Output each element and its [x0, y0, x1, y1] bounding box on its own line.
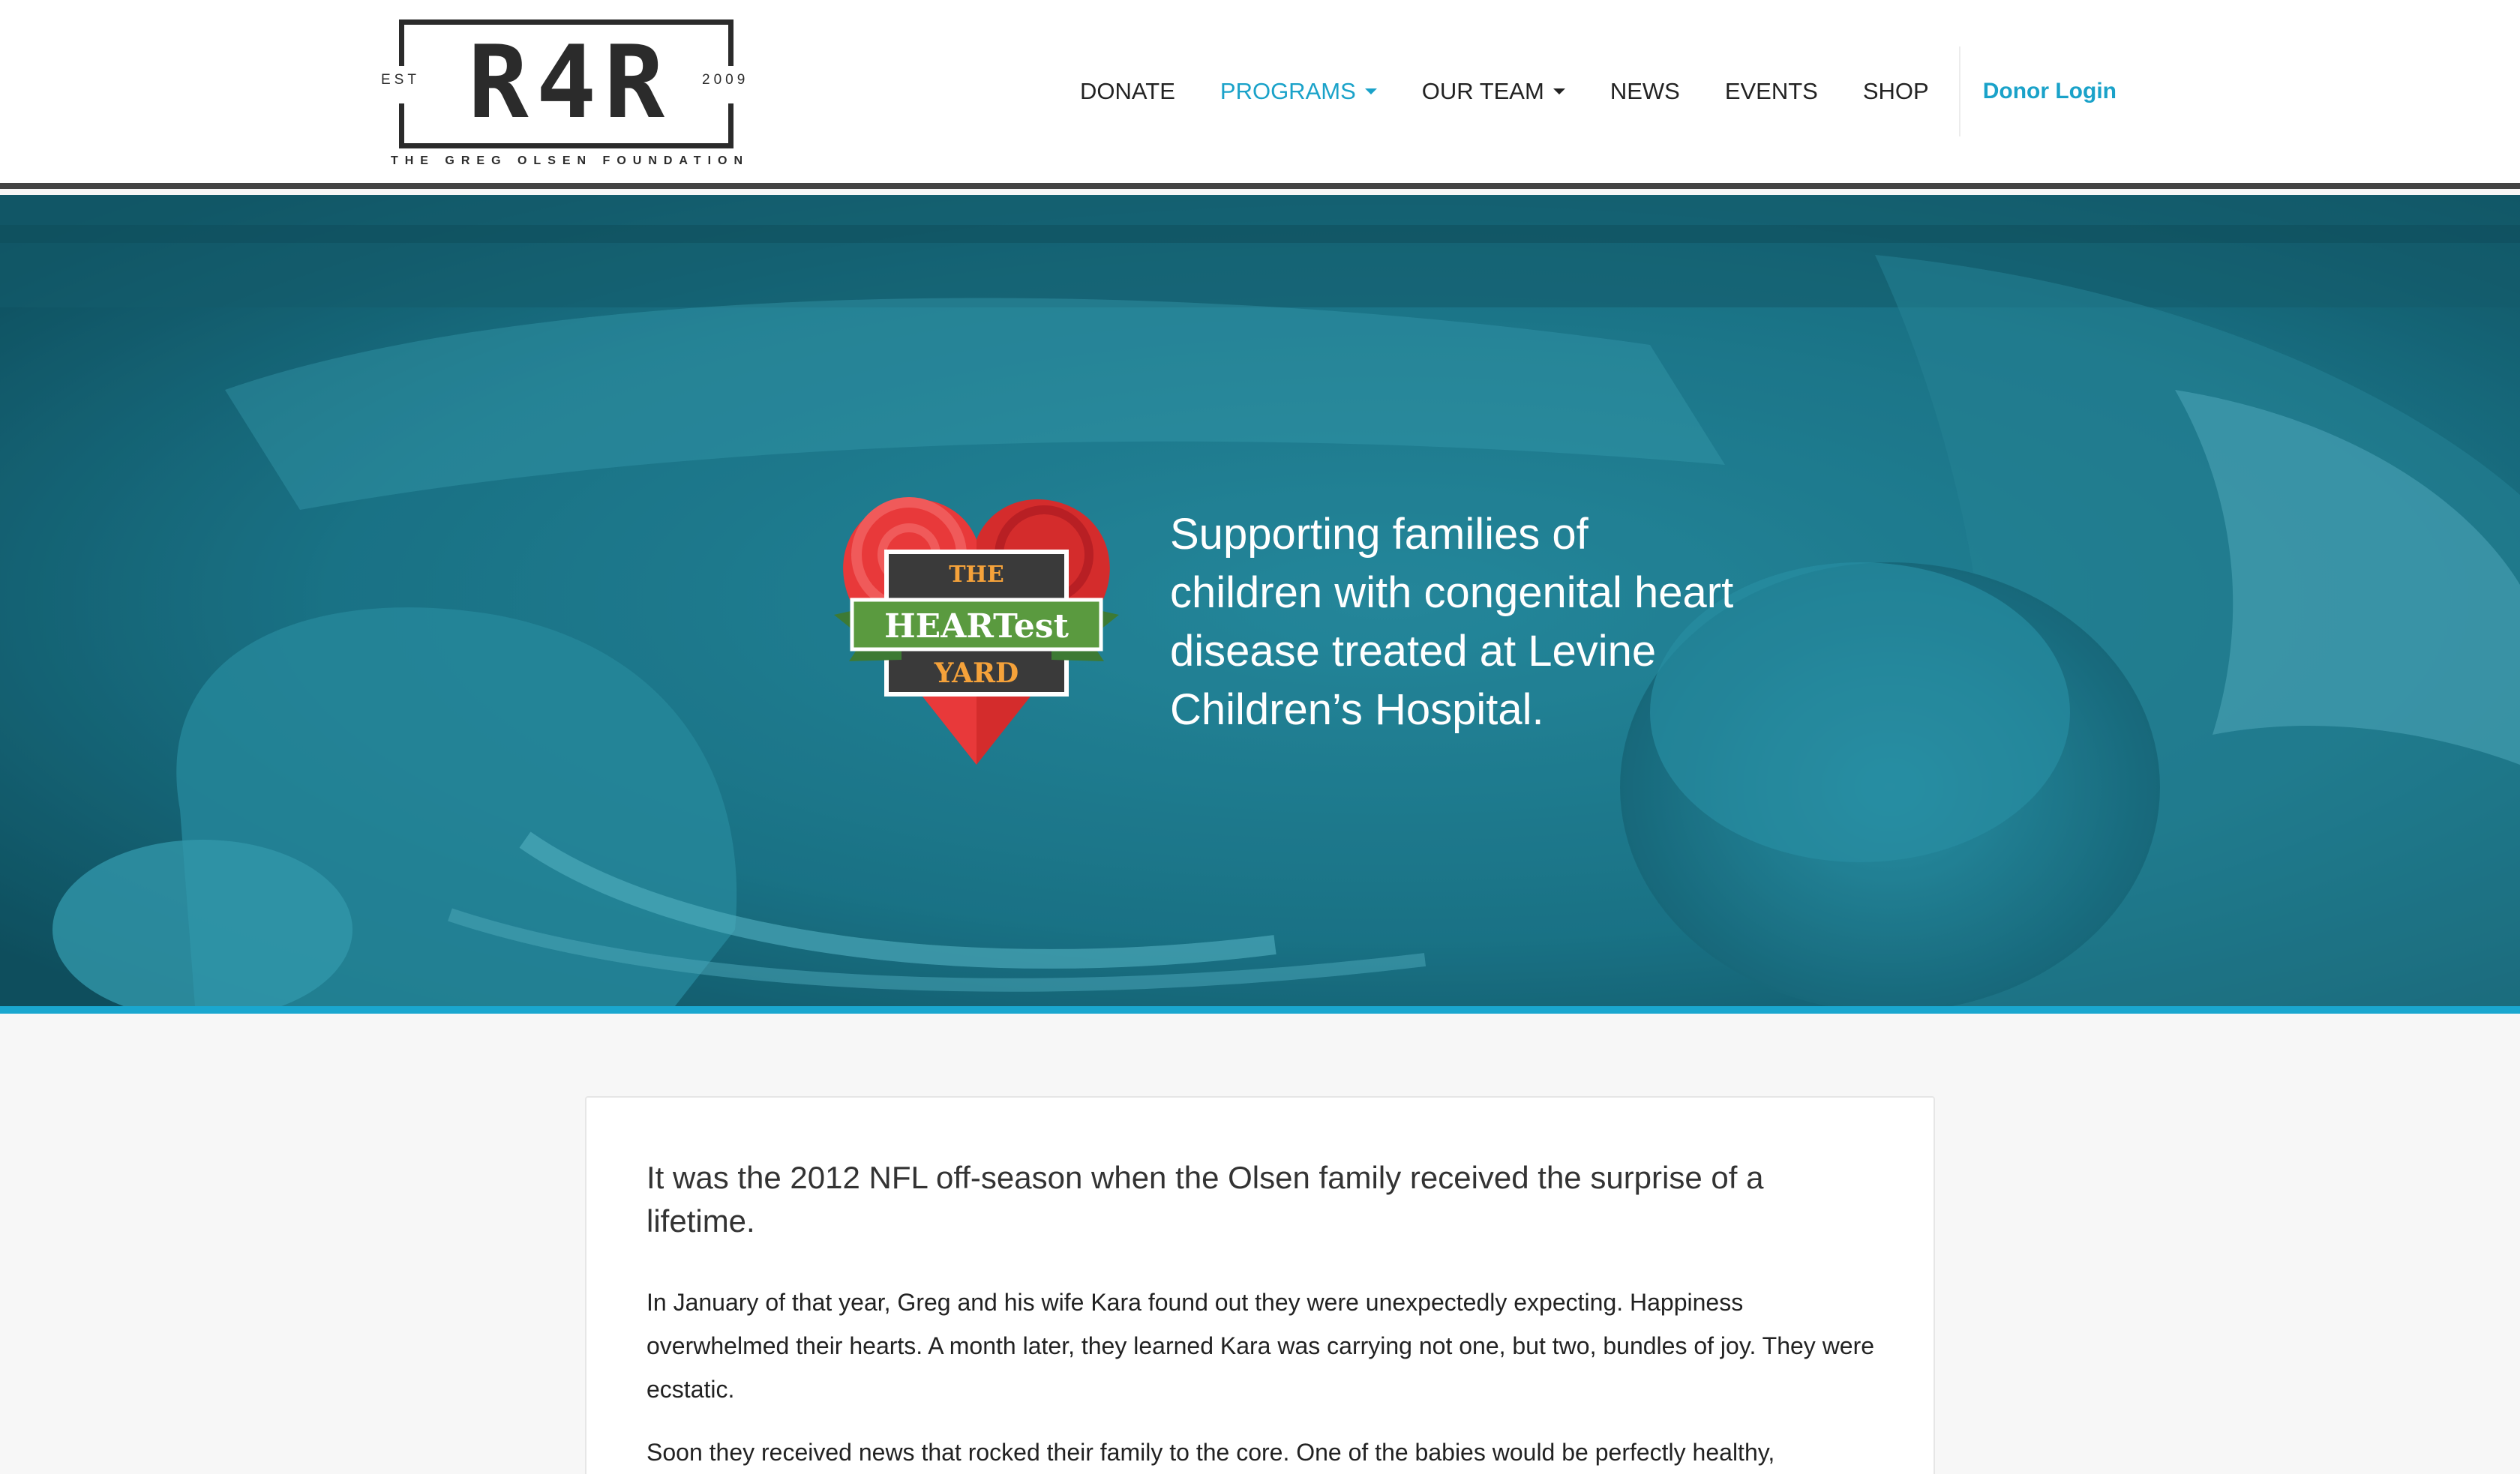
heartest-logo-line3: YARD: [934, 658, 1018, 689]
heartest-yard-logo: THE HEARTest YARD: [834, 497, 1119, 765]
site-header: EST 2009 R4R THE GREG OLSEN FOUNDATION D…: [0, 0, 2520, 189]
svg-text:HEARTest: HEARTest: [884, 607, 1070, 646]
caret-down-icon: [1552, 88, 1565, 94]
donor-login-link[interactable]: Donor Login: [1983, 79, 2116, 104]
logo-mark: R4R: [467, 24, 673, 141]
r4r-logo[interactable]: EST 2009 R4R THE GREG OLSEN FOUNDATION: [375, 13, 765, 172]
nav-our-team[interactable]: OUR TEAM: [1422, 78, 1565, 105]
nav-shop[interactable]: SHOP: [1863, 78, 1929, 105]
caret-down-icon: [1364, 88, 1377, 94]
nav-events[interactable]: EVENTS: [1725, 78, 1818, 105]
story-lead: It was the 2012 NFL off-season when the …: [646, 1160, 1764, 1239]
heartest-logo-line2: HEARTest: [884, 607, 1070, 646]
nav-donate[interactable]: DONATE: [1080, 78, 1175, 105]
logo-tagline: THE GREG OLSEN FOUNDATION: [390, 154, 750, 167]
hero-banner: THE HEARTest YARD Supporting families of…: [0, 195, 2520, 1014]
svg-text:YARD: YARD: [934, 658, 1018, 689]
heartest-logo-line1: THE: [949, 562, 1004, 588]
nav-divider: [1958, 46, 1960, 136]
nav-news[interactable]: NEWS: [1610, 78, 1680, 105]
story-paragraph-1: In January of that year, Greg and his wi…: [646, 1289, 1875, 1403]
logo-est: EST: [381, 72, 420, 88]
svg-text:THE: THE: [949, 562, 1004, 588]
nav-programs[interactable]: PROGRAMS: [1220, 78, 1377, 105]
logo-year: 2009: [702, 72, 749, 88]
story-paragraph-2: Soon they received news that rocked thei…: [646, 1439, 1775, 1466]
story-card: It was the 2012 NFL off-season when the …: [585, 1096, 1935, 1474]
main-nav: DONATE PROGRAMS OUR TEAM NEWS EVENTS SHO…: [1080, 0, 2116, 183]
hero-tagline: Supporting families of children with con…: [1170, 510, 1734, 734]
